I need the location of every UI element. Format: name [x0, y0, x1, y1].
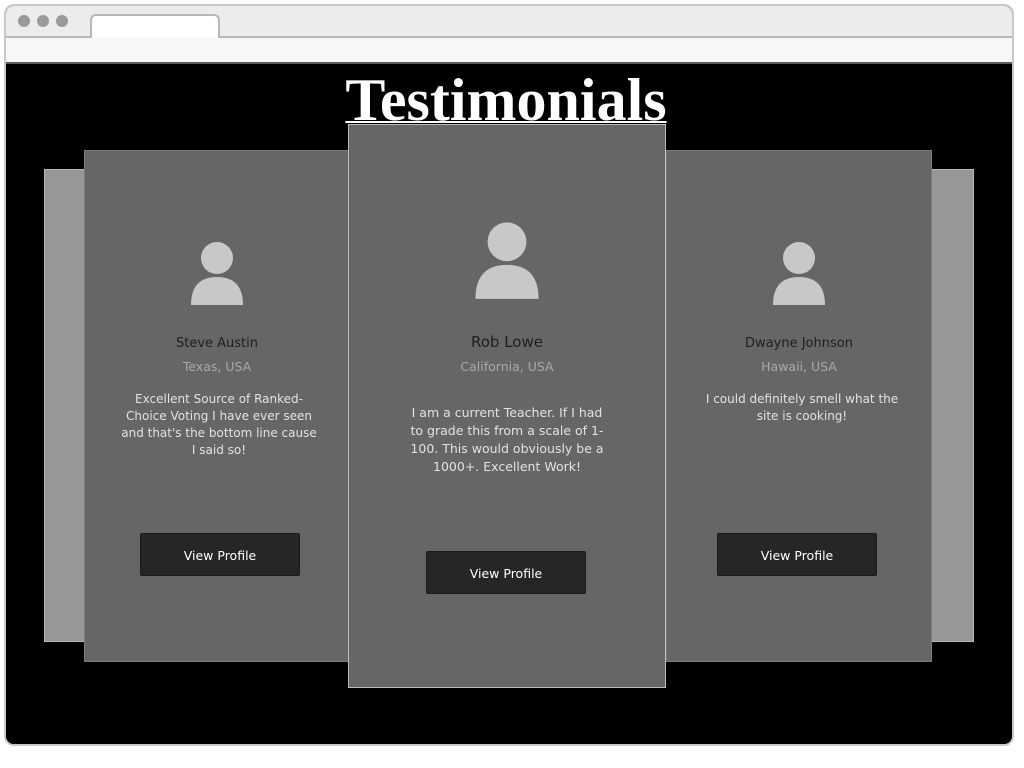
- testimonial-card-left: Steve Austin Texas, USA Excellent Source…: [84, 150, 350, 662]
- testimonial-quote: I could definitely smell what the site i…: [705, 392, 899, 423]
- testimonial-card-right: Dwayne Johnson Hawaii, USA I could defin…: [666, 150, 932, 662]
- testimonial-quote: I am a current Teacher. If I had to grad…: [410, 405, 604, 474]
- window-minimize-dot[interactable]: [37, 15, 49, 27]
- view-profile-button[interactable]: View Profile: [140, 533, 300, 576]
- window-maximize-dot[interactable]: [56, 15, 68, 27]
- browser-tab[interactable]: [90, 14, 220, 38]
- testimonial-name: Steve Austin: [175, 336, 259, 351]
- testimonial-quote: Excellent Source of Ranked-Choice Voting…: [121, 392, 317, 457]
- view-profile-button[interactable]: View Profile: [426, 551, 586, 594]
- testimonial-location: California, USA: [460, 359, 554, 374]
- browser-address-bar[interactable]: [6, 38, 1012, 64]
- testimonial-location: Texas, USA: [182, 359, 252, 374]
- testimonial-card-center: Rob Lowe California, USA I am a current …: [348, 124, 666, 688]
- testimonial-name: Rob Lowe: [471, 333, 543, 351]
- browser-titlebar: [6, 6, 1012, 38]
- user-avatar-icon: [773, 242, 825, 305]
- user-avatar-icon: [475, 222, 539, 299]
- window-close-dot[interactable]: [18, 15, 30, 27]
- testimonial-name: Dwayne Johnson: [745, 336, 853, 351]
- testimonial-location: Hawaii, USA: [761, 359, 837, 374]
- page-viewport: Testimonials Steve Austin Texas, USA Exc…: [6, 64, 1012, 744]
- user-avatar-icon: [191, 242, 243, 305]
- browser-window: Testimonials Steve Austin Texas, USA Exc…: [4, 4, 1014, 746]
- page-title: Testimonials: [345, 67, 667, 133]
- view-profile-button[interactable]: View Profile: [717, 533, 877, 576]
